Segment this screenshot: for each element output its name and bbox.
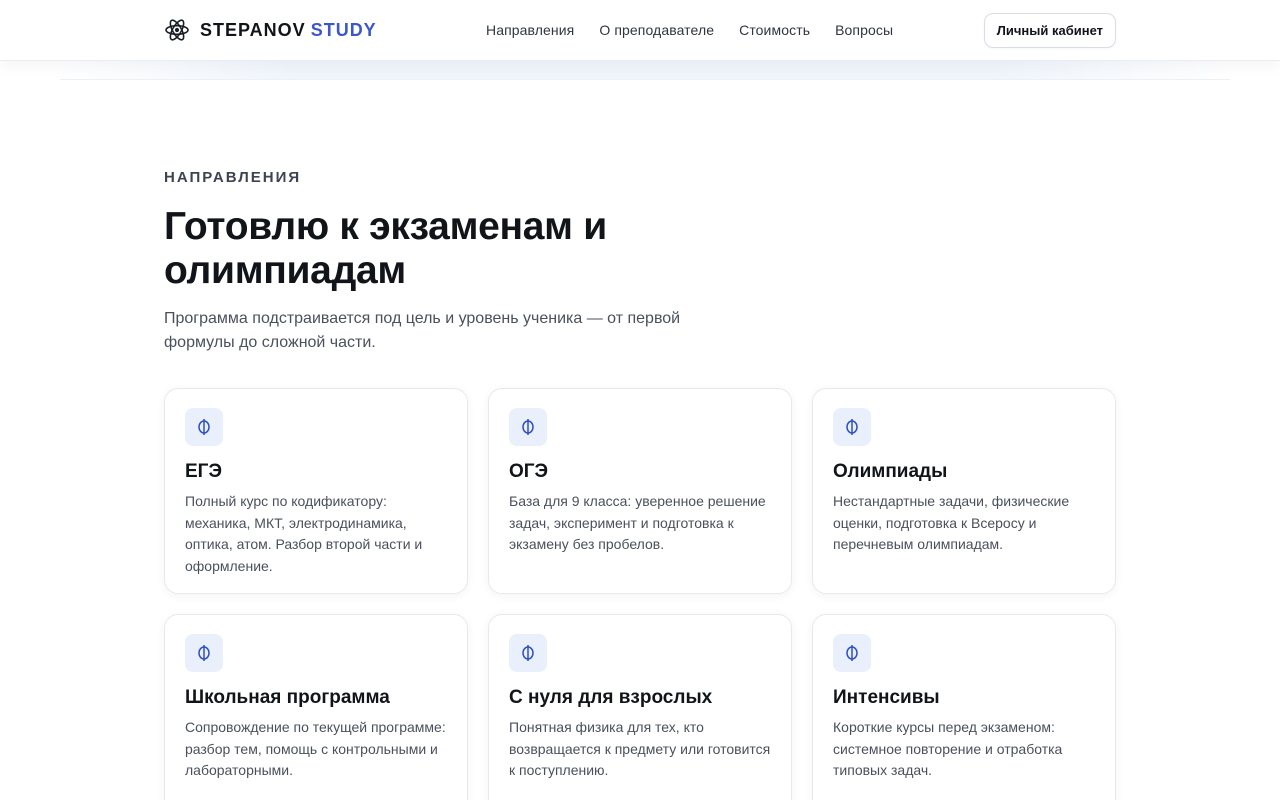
phi-icon [198, 645, 210, 661]
card-title: ОГЭ [509, 461, 549, 482]
card-text: Полный курс по кодификатору: механика, М… [185, 493, 423, 574]
card-intensives[interactable]: Интенсивы Короткие курсы перед экзаменом… [812, 614, 1116, 800]
directions-section: НАПРАВЛЕНИЯ Готовлю к экзаменам и олимпи… [164, 168, 1116, 355]
logo-text-accent: STUDY [310, 19, 377, 40]
phi-icon [846, 419, 858, 435]
header-inner: STEPANOV STUDY Направления О преподавател… [164, 0, 1116, 60]
site-header: STEPANOV STUDY Направления О преподавател… [0, 0, 1280, 61]
card-text: Нестандартные задачи, физические оценки,… [833, 493, 1070, 552]
card-oge[interactable]: ОГЭ База для 9 класса: уверенное решение… [488, 388, 792, 594]
phi-icon [522, 419, 534, 435]
card-icon-box [509, 634, 547, 672]
card-title: Интенсивы [833, 687, 940, 708]
phi-icon [198, 419, 210, 435]
card-icon-box [833, 408, 871, 446]
card-title: ЕГЭ [185, 461, 222, 482]
section-eyebrow: НАПРАВЛЕНИЯ [164, 169, 302, 186]
card-olympiads[interactable]: Олимпиады Нестандартные задачи, физическ… [812, 388, 1116, 594]
nav-link-teacher[interactable]: О преподавателе [599, 22, 714, 38]
card-icon-box [185, 408, 223, 446]
card-icon-box [833, 634, 871, 672]
card-school[interactable]: Школьная программа Сопровождение по теку… [164, 614, 468, 800]
card-title: Олимпиады [833, 461, 948, 482]
logo-text-primary: STEPANOV [200, 19, 306, 40]
card-icon-box [509, 408, 547, 446]
section-title: Готовлю к экзаменам и олимпиадам [164, 205, 607, 292]
card-text: База для 9 класса: уверенное решение зад… [509, 493, 766, 552]
phi-icon [522, 645, 534, 661]
account-button[interactable]: Личный кабинет [983, 12, 1116, 48]
nav-link-directions[interactable]: Направления [486, 22, 574, 38]
logo-text: STEPANOV STUDY [200, 20, 377, 41]
nav-link-pricing[interactable]: Стоимость [739, 22, 810, 38]
atom-icon [165, 19, 189, 41]
header-shadow-band [60, 61, 1230, 80]
card-text: Короткие курсы перед экзаменом: системно… [833, 719, 1063, 778]
logo[interactable]: STEPANOV STUDY [164, 17, 486, 43]
card-title: С нуля для взрослых [509, 687, 713, 708]
phi-icon [846, 645, 858, 661]
section-subtitle: Программа подстраивается под цель и уров… [164, 310, 681, 351]
main-nav: Направления О преподавателе Стоимость Во… [486, 22, 893, 38]
directions-grid: ЕГЭ Полный курс по кодификатору: механик… [164, 388, 1116, 800]
nav-link-faq[interactable]: Вопросы [835, 22, 893, 38]
card-title: Школьная программа [185, 687, 390, 708]
card-text: Понятная физика для тех, кто возвращаетс… [509, 719, 771, 778]
card-text: Сопровождение по текущей программе: разб… [185, 719, 446, 778]
card-adults[interactable]: С нуля для взрослых Понятная физика для … [488, 614, 792, 800]
card-ege[interactable]: ЕГЭ Полный курс по кодификатору: механик… [164, 388, 468, 594]
card-icon-box [185, 634, 223, 672]
